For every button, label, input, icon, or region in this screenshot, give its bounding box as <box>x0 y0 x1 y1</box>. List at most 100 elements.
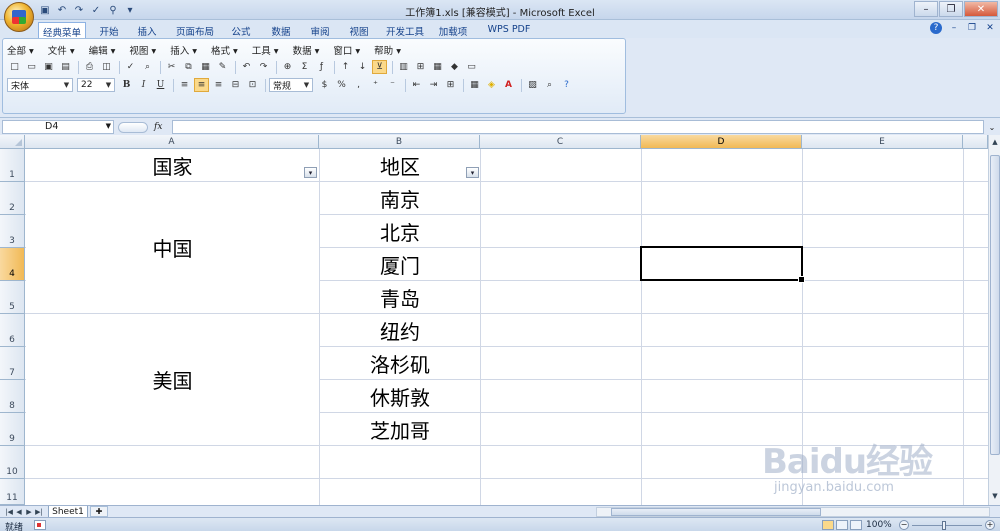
borders-icon[interactable]: ⊞ <box>443 78 458 92</box>
column-header-b[interactable]: B <box>319 135 480 149</box>
tab-addins[interactable]: 加载项 <box>436 22 470 38</box>
menu-all[interactable]: 全部 ▾ <box>7 43 34 57</box>
table-icon[interactable]: ▦ <box>430 60 445 74</box>
bold-button[interactable]: B <box>119 78 134 92</box>
font-name-combo[interactable]: 宋体 ▼ <box>7 78 73 92</box>
restore-button[interactable]: ❐ <box>939 1 963 17</box>
row-header-4[interactable]: 4 <box>0 248 25 281</box>
active-cell-d4[interactable] <box>640 246 805 283</box>
cell-a2-a5-merged[interactable]: 中国 <box>26 182 319 313</box>
cell-b2[interactable]: 南京 <box>320 182 480 214</box>
help-icon[interactable]: ? <box>930 22 942 34</box>
increase-indent-icon[interactable]: ⇥ <box>426 78 441 92</box>
row-header-3[interactable]: 3 <box>0 215 25 248</box>
tab-developer[interactable]: 开发工具 <box>383 22 427 38</box>
menu-data[interactable]: 数据 ▾ <box>293 43 320 57</box>
next-sheet-icon[interactable]: ▶ <box>24 507 34 517</box>
first-sheet-icon[interactable]: |◀ <box>4 507 14 517</box>
help-toolbar-icon[interactable]: ? <box>559 78 574 92</box>
tab-home[interactable]: 开始 <box>92 22 126 38</box>
name-box[interactable]: D4 ▼ <box>2 120 114 134</box>
sort-descending-icon[interactable]: ↓ <box>355 60 370 74</box>
font-size-combo[interactable]: 22 ▼ <box>77 78 115 92</box>
save-toolbar-icon[interactable]: ▣ <box>41 60 56 74</box>
prev-sheet-icon[interactable]: ◀ <box>14 507 24 517</box>
cell-a6-a9-merged[interactable]: 美国 <box>26 314 319 445</box>
wrap-icon[interactable]: ⊡ <box>245 78 260 92</box>
cancel-enter-buttons[interactable] <box>118 121 148 133</box>
worksheet-grid[interactable]: A B C D E 1 2 3 4 5 6 7 8 9 10 11 中国 美国 … <box>0 135 988 505</box>
paste-icon[interactable]: ▦ <box>198 60 213 74</box>
normal-view-button[interactable] <box>822 520 834 530</box>
tab-review[interactable]: 审阅 <box>305 22 335 38</box>
tab-wps-pdf[interactable]: WPS PDF <box>484 22 534 38</box>
row-header-8[interactable]: 8 <box>0 380 25 413</box>
column-header-a[interactable]: A <box>25 135 319 149</box>
currency-icon[interactable]: $ <box>317 78 332 92</box>
menu-tools[interactable]: 工具 ▾ <box>252 43 279 57</box>
row-header-6[interactable]: 6 <box>0 314 25 347</box>
pivot-icon[interactable]: ⊞ <box>413 60 428 74</box>
filter-dropdown-b[interactable]: ▾ <box>466 167 479 178</box>
zoom-out-button[interactable]: − <box>899 520 909 530</box>
redo-toolbar-icon[interactable]: ↷ <box>256 60 271 74</box>
chart-icon[interactable]: ▥ <box>396 60 411 74</box>
number-format-combo[interactable]: 常规 ▼ <box>269 78 313 92</box>
align-center-icon[interactable]: ≡ <box>194 78 209 92</box>
column-header-d[interactable]: D <box>641 135 802 149</box>
menu-insert[interactable]: 插入 ▾ <box>170 43 197 57</box>
zoom-in-button[interactable]: + <box>985 520 995 530</box>
autosum-icon[interactable]: Σ <box>297 60 312 74</box>
decrease-decimal-icon[interactable]: ⁻ <box>385 78 400 92</box>
styles-icon[interactable]: ▨ <box>525 78 540 92</box>
row-header-9[interactable]: 9 <box>0 413 25 446</box>
find-icon[interactable]: ⌕ <box>542 78 557 92</box>
select-all-corner[interactable] <box>0 135 25 149</box>
cell-b3[interactable]: 北京 <box>320 215 480 247</box>
menu-edit[interactable]: 编辑 ▾ <box>89 43 116 57</box>
comma-button[interactable]: , <box>351 78 366 92</box>
tab-formulas[interactable]: 公式 <box>226 22 256 38</box>
cell-a1[interactable]: 国家 <box>26 150 319 181</box>
print-preview-icon[interactable]: ◫ <box>99 60 114 74</box>
function-icon[interactable]: ƒ <box>314 60 329 74</box>
row-header-7[interactable]: 7 <box>0 347 25 380</box>
undo-toolbar-icon[interactable]: ↶ <box>239 60 254 74</box>
underline-button[interactable]: U <box>153 78 168 92</box>
autofilter-icon[interactable]: ⊻ <box>372 60 387 74</box>
menu-format[interactable]: 格式 ▾ <box>211 43 238 57</box>
menu-view[interactable]: 视图 ▾ <box>129 43 156 57</box>
align-right-icon[interactable]: ≡ <box>211 78 226 92</box>
scroll-up-icon[interactable]: ▲ <box>990 137 1000 147</box>
expand-formula-bar-icon[interactable]: ⌄ <box>986 120 998 134</box>
tab-insert[interactable]: 插入 <box>132 22 162 38</box>
horizontal-scroll-thumb[interactable] <box>611 508 821 516</box>
tab-page-layout[interactable]: 页面布局 <box>170 22 220 38</box>
tab-data[interactable]: 数据 <box>266 22 296 38</box>
borders-dropdown-icon[interactable]: ▦ <box>467 78 482 92</box>
shapes-icon[interactable]: ◆ <box>447 60 462 74</box>
page-layout-view-button[interactable] <box>836 520 848 530</box>
decrease-indent-icon[interactable]: ⇤ <box>409 78 424 92</box>
zoom-slider-thumb[interactable] <box>942 521 946 530</box>
new-icon[interactable]: □ <box>7 60 22 74</box>
cell-b7[interactable]: 洛杉矶 <box>320 347 480 379</box>
cell-b6[interactable]: 纽约 <box>320 314 480 346</box>
ribbon-minimize-icon[interactable]: – <box>948 22 960 34</box>
column-header-f[interactable] <box>963 135 988 149</box>
cut-icon[interactable]: ✂ <box>164 60 179 74</box>
last-sheet-icon[interactable]: ▶| <box>34 507 44 517</box>
vertical-scroll-thumb[interactable] <box>990 155 1000 455</box>
column-header-e[interactable]: E <box>802 135 963 149</box>
zoom-level[interactable]: 100% <box>866 520 892 530</box>
print-icon[interactable]: ⎙ <box>82 60 97 74</box>
research-icon[interactable]: ⌕ <box>140 60 155 74</box>
font-color-icon[interactable]: A <box>501 78 516 92</box>
close-button[interactable]: ✕ <box>964 1 998 17</box>
page-break-view-button[interactable] <box>850 520 862 530</box>
percent-button[interactable]: % <box>334 78 349 92</box>
copy-icon[interactable]: ⧉ <box>181 60 196 74</box>
row-header-2[interactable]: 2 <box>0 182 25 215</box>
folder-icon[interactable]: ▭ <box>464 60 479 74</box>
fill-color-icon[interactable]: ◈ <box>484 78 499 92</box>
